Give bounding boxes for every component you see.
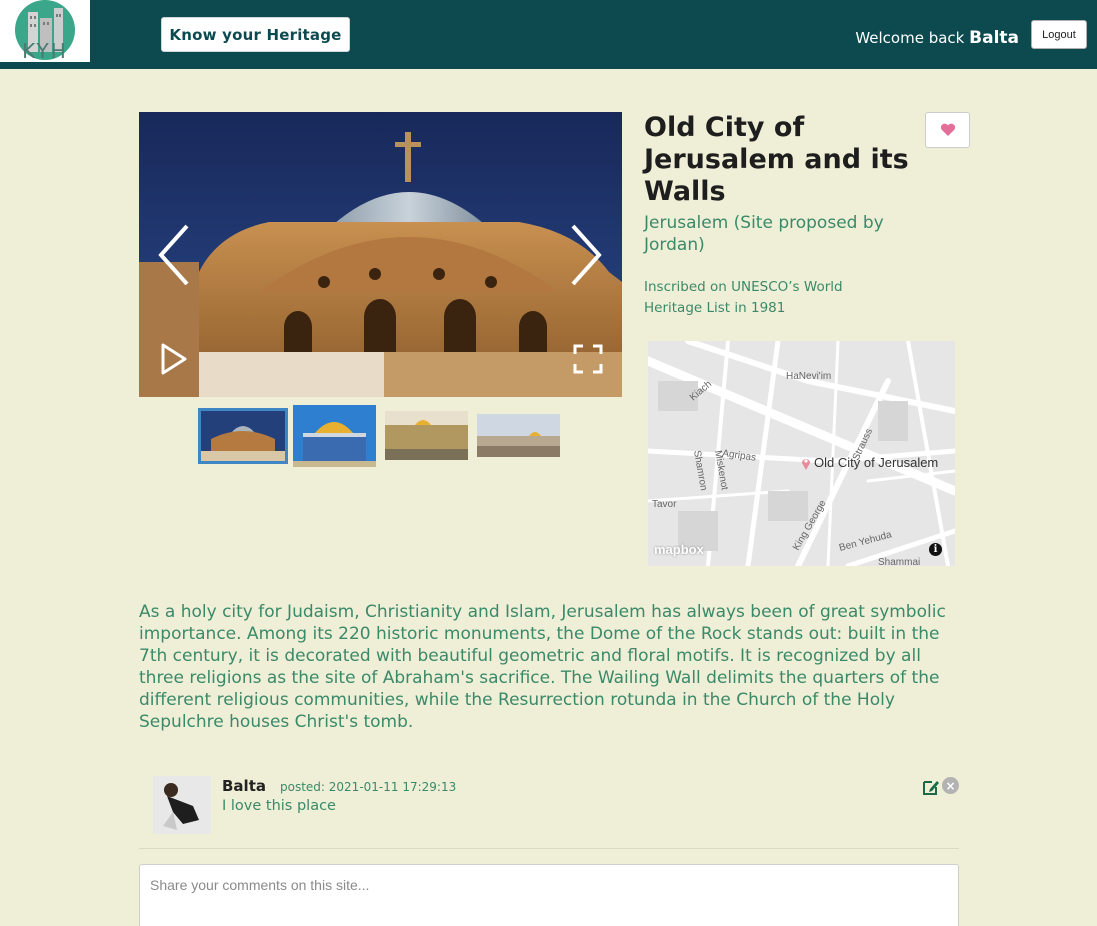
play-icon[interactable] <box>159 342 189 376</box>
street-label-tavor: Tavor <box>652 499 677 510</box>
main-slide-image <box>139 112 622 397</box>
street-label-shammai: Shammai <box>878 557 920 566</box>
comment-input[interactable] <box>139 864 959 926</box>
street-label-haneviim: HaNevi'im <box>786 371 831 382</box>
map-tiles: HaNevi'im Kiach Agripas Shamron Miskenot… <box>648 341 955 566</box>
image-carousel[interactable] <box>139 112 622 397</box>
thumbnail-dome-of-the-rock[interactable] <box>293 405 376 467</box>
comment-timestamp: posted: 2021-01-11 17:29:13 <box>280 780 457 794</box>
edit-icon[interactable] <box>922 778 940 796</box>
map-info-icon[interactable]: i <box>929 543 942 556</box>
welcome-text: Welcome back <box>855 29 965 47</box>
mapbox-logo[interactable]: mapbox <box>654 542 704 557</box>
top-nav-bar: KYH Know your Heritage Welcome back Balt… <box>0 0 1097 69</box>
inscription-info: Inscribed on UNESCO’s World Heritage Lis… <box>644 279 843 316</box>
comment-item: Balta posted: 2021-01-11 17:29:13 I love… <box>139 776 959 849</box>
welcome-message: Welcome back Balta <box>855 28 1019 48</box>
comment-text: I love this place <box>222 798 336 814</box>
delete-comment-icon[interactable]: × <box>942 777 959 794</box>
fullscreen-icon[interactable] <box>573 344 603 374</box>
logout-button[interactable]: Logout <box>1031 20 1087 49</box>
favorite-button[interactable] <box>925 112 970 148</box>
thumbnail-city-panorama[interactable] <box>477 414 560 457</box>
thumbnail-strip <box>198 405 568 467</box>
username: Balta <box>969 28 1019 48</box>
thumbnail-holy-sepulchre[interactable] <box>198 408 288 464</box>
logo-text: KYH <box>22 39 68 62</box>
thumbnail-western-wall[interactable] <box>385 411 468 460</box>
site-map[interactable]: HaNevi'im Kiach Agripas Shamron Miskenot… <box>648 341 955 566</box>
map-marker-icon[interactable] <box>801 456 811 470</box>
avatar <box>153 776 211 834</box>
comment-author: Balta <box>222 777 266 795</box>
site-title: Old City of Jerusalem and its Walls <box>644 112 909 207</box>
map-marker-label: Old City of Jerusalem <box>814 455 939 470</box>
previous-slide-icon[interactable] <box>153 222 197 288</box>
site-logo[interactable]: KYH <box>0 0 90 62</box>
brand-button[interactable]: Know your Heritage <box>161 17 350 52</box>
site-description: As a holy city for Judaism, Christianity… <box>139 602 946 732</box>
site-location: Jerusalem (Site proposed by Jordan) <box>644 213 884 255</box>
heart-icon <box>940 123 955 136</box>
next-slide-icon[interactable] <box>563 222 607 288</box>
